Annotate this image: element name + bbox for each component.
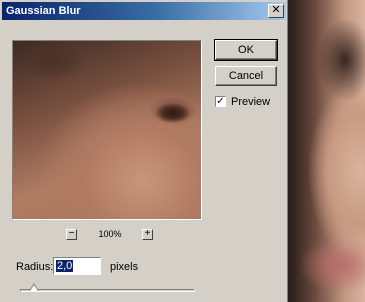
preview-image[interactable]	[13, 41, 201, 219]
radius-input[interactable]: 2,0	[53, 257, 101, 275]
gaussian-blur-dialog: Gaussian Blur ✕ − 100% + OK Cancel ✓ Pre…	[0, 0, 288, 302]
cancel-button[interactable]: Cancel	[215, 66, 277, 86]
preview-pane[interactable]	[12, 40, 202, 220]
preview-checkbox[interactable]: ✓	[215, 96, 226, 107]
zoom-level: 100%	[98, 229, 122, 239]
checkmark-icon: ✓	[216, 96, 225, 107]
radius-slider-track[interactable]	[20, 289, 195, 292]
radius-label: Radius:	[16, 261, 54, 273]
radius-units-label: pixels	[110, 261, 139, 273]
preview-label: Preview	[231, 96, 271, 108]
plus-icon: +	[144, 228, 151, 239]
dialog-title: Gaussian Blur	[6, 5, 81, 17]
radius-value: 2,0	[56, 260, 74, 272]
radius-slider-thumb[interactable]	[29, 283, 39, 291]
close-button[interactable]: ✕	[268, 4, 284, 18]
ok-button[interactable]: OK	[214, 39, 278, 61]
close-icon: ✕	[271, 4, 281, 16]
zoom-in-button[interactable]: +	[142, 229, 153, 240]
zoom-out-button[interactable]: −	[66, 229, 77, 240]
dialog-titlebar: Gaussian Blur ✕	[2, 2, 286, 20]
minus-icon: −	[68, 228, 75, 239]
